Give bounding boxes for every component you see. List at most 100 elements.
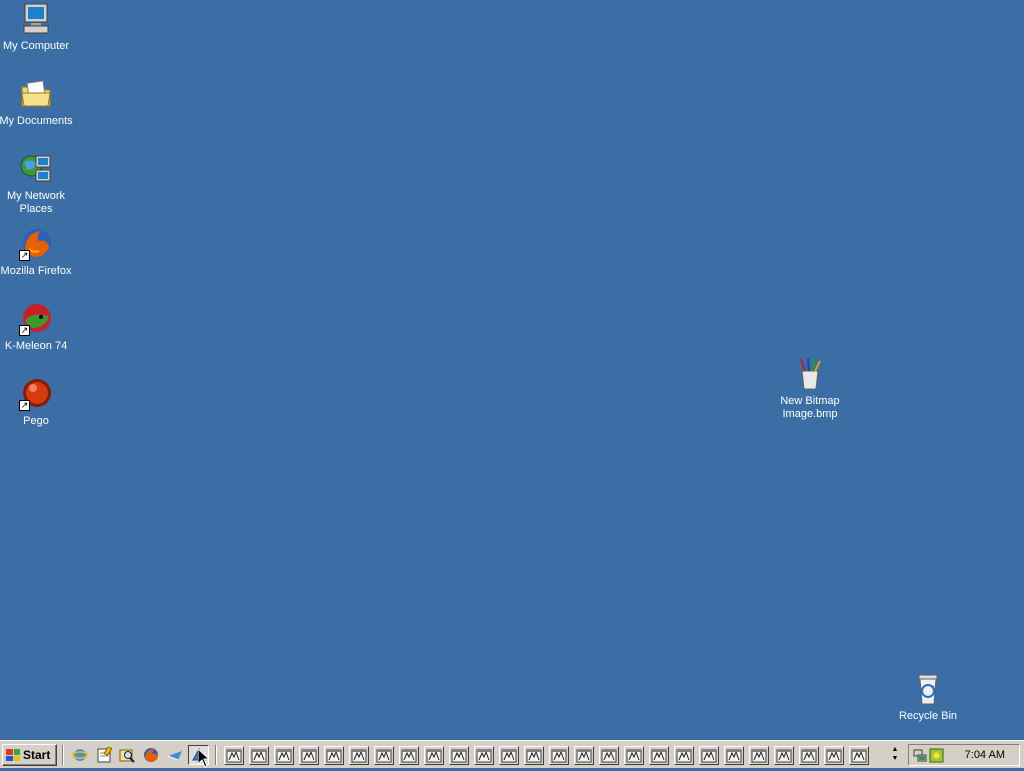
scroll-down-icon[interactable]: ▼ xyxy=(886,754,904,763)
start-label: Start xyxy=(23,748,51,762)
taskbar-window-button[interactable] xyxy=(524,746,544,765)
taskbar-window-button[interactable] xyxy=(699,746,719,765)
taskbar-window-button[interactable] xyxy=(324,746,344,765)
quick-launch-send[interactable] xyxy=(167,747,183,763)
quick-launch-notepad[interactable] xyxy=(96,745,113,763)
app-window-icon xyxy=(576,749,592,763)
app-window-icon xyxy=(601,749,617,763)
k-meleon-icon: ↗ xyxy=(19,302,53,336)
desktop-icon-label: Mozilla Firefox xyxy=(0,265,72,277)
app-window-icon xyxy=(651,749,667,763)
desktop-icon-label: Recycle Bin xyxy=(898,710,958,722)
desktop-icon-network-places[interactable]: My Network Places xyxy=(0,152,74,216)
desktop-icon-label: Pego xyxy=(23,415,49,427)
taskbar-window-button[interactable] xyxy=(474,746,494,765)
taskbar: Start ▲ ▼ 7:04 AM xyxy=(0,740,1024,768)
desktop-icon-label: New Bitmap Image.bmp xyxy=(780,395,840,420)
taskbar-window-button[interactable] xyxy=(824,746,844,765)
app-window-icon xyxy=(726,749,742,763)
taskbar-window-button[interactable] xyxy=(674,746,694,765)
quick-launch-ie[interactable] xyxy=(71,747,89,763)
taskbar-window-button[interactable] xyxy=(849,746,869,765)
desktop-icon-recycle-bin[interactable]: Recycle Bin xyxy=(890,672,966,723)
app-window-icon xyxy=(476,749,492,763)
desktop-icon-firefox[interactable]: ↗ Mozilla Firefox xyxy=(0,227,74,278)
ie-icon xyxy=(71,749,89,761)
search-icon xyxy=(119,749,135,763)
quick-launch-search[interactable] xyxy=(119,747,135,763)
taskbar-window-button[interactable] xyxy=(349,746,369,765)
start-button[interactable]: Start xyxy=(2,744,57,766)
app-window-icon xyxy=(501,749,517,763)
taskbar-window-button[interactable] xyxy=(574,746,594,765)
pego-icon: ↗ xyxy=(19,377,53,411)
taskbar-window-button[interactable] xyxy=(274,746,294,765)
app-window-icon xyxy=(251,749,267,763)
taskbar-window-button[interactable] xyxy=(224,746,244,765)
app-window-icon xyxy=(801,749,817,763)
taskbar-window-button[interactable] xyxy=(299,746,319,765)
taskbar-window-button[interactable] xyxy=(424,746,444,765)
taskbar-window-button[interactable] xyxy=(649,746,669,765)
shortcut-arrow-icon: ↗ xyxy=(19,250,30,261)
desktop[interactable]: My Computer My Documents My Network Plac… xyxy=(0,0,1024,740)
desktop-icon-label: My Computer xyxy=(2,40,70,52)
windows-logo-icon xyxy=(6,749,20,761)
desktop-icon-pego[interactable]: ↗ Pego xyxy=(0,377,74,428)
app-window-icon xyxy=(701,749,717,763)
network-places-icon xyxy=(19,152,53,186)
taskbar-window-button[interactable] xyxy=(774,746,794,765)
taskbar-window-button[interactable] xyxy=(549,746,569,765)
app-window-icon xyxy=(301,749,317,763)
send-icon xyxy=(167,751,182,761)
bitmap-file-icon xyxy=(793,357,827,391)
app-window-icon xyxy=(226,749,242,763)
desktop-icon-k-meleon[interactable]: ↗ K-Meleon 74 xyxy=(0,302,74,353)
taskbar-window-button[interactable] xyxy=(599,746,619,765)
scroll-up-icon[interactable]: ▲ xyxy=(886,745,904,754)
volume-tray-icon[interactable] xyxy=(929,748,944,763)
taskbar-window-button[interactable] xyxy=(799,746,819,765)
clock[interactable]: 7:04 AM xyxy=(965,749,1005,761)
taskbar-scroll-arrows[interactable]: ▲ ▼ xyxy=(886,745,904,765)
taskbar-window-button[interactable] xyxy=(249,746,269,765)
app-window-icon xyxy=(551,749,567,763)
taskbar-window-button[interactable] xyxy=(374,746,394,765)
recycle-bin-icon xyxy=(911,672,945,706)
desktop-icon-my-documents[interactable]: My Documents xyxy=(0,77,74,128)
app-window-icon xyxy=(526,749,542,763)
app-window-icon xyxy=(676,749,692,763)
system-tray: 7:04 AM xyxy=(908,744,1020,766)
desktop-icon-my-computer[interactable]: My Computer xyxy=(0,2,74,53)
shortcut-arrow-icon: ↗ xyxy=(19,325,30,336)
app-window-icon xyxy=(351,749,367,763)
app-window-icon xyxy=(851,749,867,763)
desktop-icon-label: My Documents xyxy=(0,115,73,127)
app-window-icon xyxy=(826,749,842,763)
my-documents-icon xyxy=(19,77,53,111)
app-window-icon xyxy=(401,749,417,763)
network-tray-icon[interactable] xyxy=(913,748,928,763)
app-window-icon xyxy=(626,749,642,763)
firefox-icon xyxy=(144,748,158,762)
shortcut-arrow-icon: ↗ xyxy=(19,400,30,411)
app-window-icon xyxy=(751,749,767,763)
app-window-icon xyxy=(276,749,292,763)
app-window-icon xyxy=(451,749,467,763)
app-window-icon xyxy=(326,749,342,763)
my-computer-icon xyxy=(19,2,53,36)
taskbar-window-button[interactable] xyxy=(624,746,644,765)
notepad-icon xyxy=(97,745,113,763)
app-window-icon xyxy=(376,749,392,763)
taskbar-window-button[interactable] xyxy=(449,746,469,765)
app-window-icon xyxy=(426,749,442,763)
taskbar-separator xyxy=(215,745,217,765)
taskbar-window-button[interactable] xyxy=(499,746,519,765)
taskbar-window-button[interactable] xyxy=(749,746,769,765)
quick-launch-firefox[interactable] xyxy=(143,747,159,763)
desktop-icon-bitmap-file[interactable]: New Bitmap Image.bmp xyxy=(772,357,848,421)
desktop-icon-label: K-Meleon 74 xyxy=(4,340,68,352)
desktop-icon-label: My Network Places xyxy=(6,190,66,215)
taskbar-window-button[interactable] xyxy=(724,746,744,765)
taskbar-window-button[interactable] xyxy=(399,746,419,765)
